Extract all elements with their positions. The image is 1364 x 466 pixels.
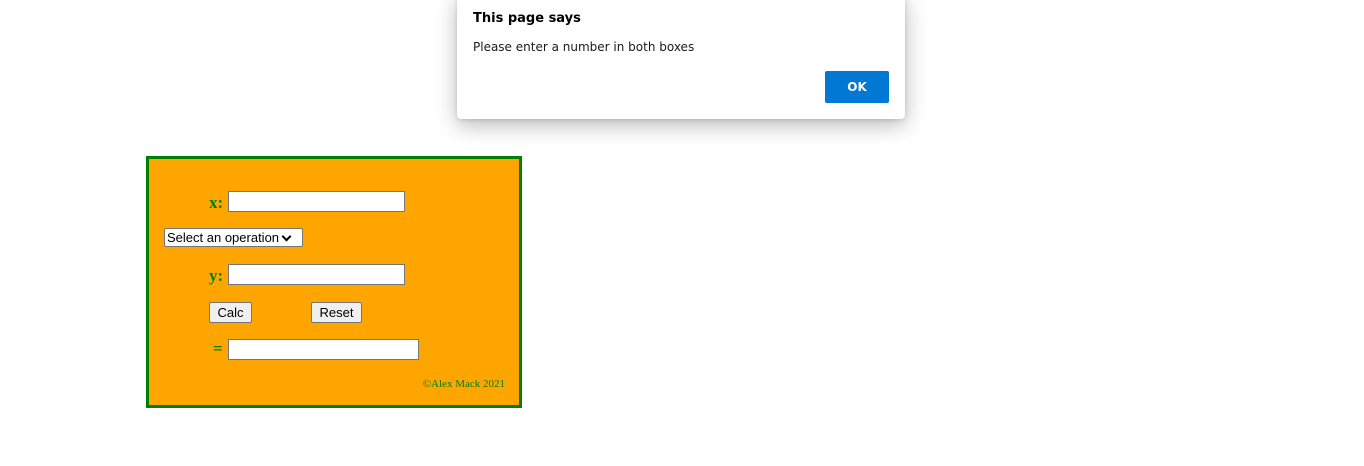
operation-select-value: Select an operation (167, 230, 280, 245)
calculator-panel: x: Select an operation y: Calc Reset = ©… (146, 156, 522, 408)
alert-dialog: This page says Please enter a number in … (457, 0, 905, 119)
calc-button[interactable]: Calc (209, 302, 252, 323)
x-label: x: (209, 193, 224, 212)
y-input[interactable] (228, 264, 405, 285)
page: x: Select an operation y: Calc Reset = ©… (0, 0, 1364, 466)
equals-label: = (213, 339, 223, 358)
ok-button[interactable]: OK (825, 71, 889, 103)
copyright-text: ©Alex Mack 2021 (422, 378, 505, 390)
dialog-title: This page says (473, 11, 581, 26)
result-output[interactable] (228, 339, 419, 360)
dialog-message: Please enter a number in both boxes (473, 40, 695, 54)
y-label: y: (209, 266, 224, 285)
chevron-down-icon (281, 231, 292, 241)
x-input[interactable] (228, 191, 405, 212)
operation-select[interactable]: Select an operation (164, 228, 303, 247)
reset-button[interactable]: Reset (311, 302, 362, 323)
